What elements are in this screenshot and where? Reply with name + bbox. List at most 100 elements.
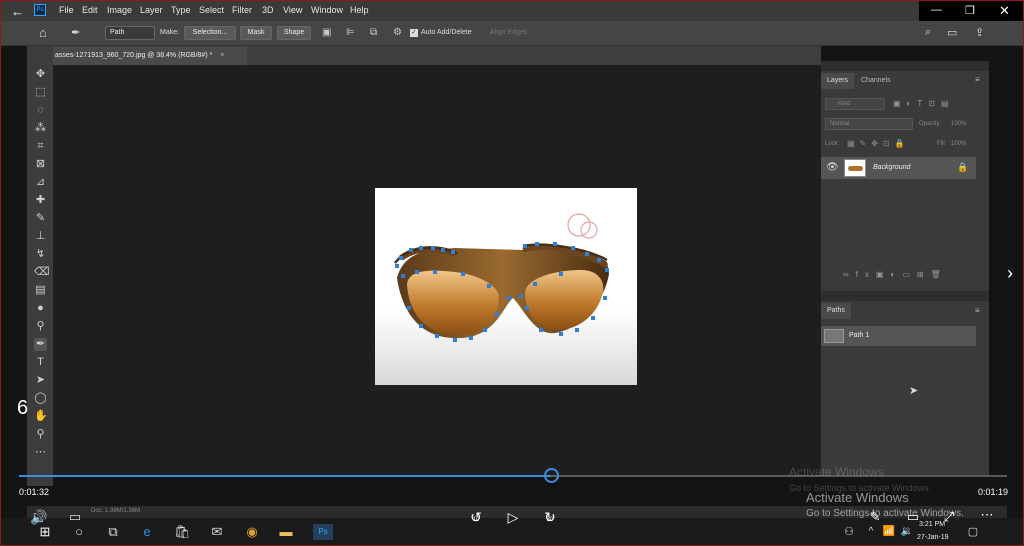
- minimize-icon[interactable]: —: [931, 4, 942, 16]
- shape-button[interactable]: Shape: [277, 26, 311, 40]
- mail-icon[interactable]: ✉: [209, 524, 225, 540]
- healing-brush-icon[interactable]: ✚: [34, 194, 47, 207]
- tray-volume-icon[interactable]: 🔉: [899, 524, 915, 540]
- side-number: 6: [17, 397, 29, 419]
- visibility-eye-icon[interactable]: 👁: [826, 162, 839, 173]
- history-brush-icon[interactable]: ↯: [34, 248, 47, 261]
- selection-button[interactable]: Selection...: [184, 26, 236, 40]
- menu-select[interactable]: Select: [199, 5, 224, 15]
- document-image[interactable]: [375, 188, 637, 385]
- fill-label: Fill:: [937, 141, 947, 147]
- paths-panel-header: [821, 291, 989, 301]
- stamp-tool-icon[interactable]: ⊥: [34, 230, 47, 243]
- menu-layer[interactable]: Layer: [140, 5, 163, 15]
- notifications-icon[interactable]: ▢: [965, 524, 981, 540]
- menu-filter[interactable]: Filter: [232, 5, 252, 15]
- layer-filter-kind[interactable]: Kind: [825, 98, 885, 110]
- pen-tool-icon[interactable]: ✒: [71, 26, 80, 39]
- menu-3d[interactable]: 3D: [262, 5, 274, 15]
- watermark-title: Activate Windows: [806, 490, 909, 505]
- store-icon[interactable]: 🛍: [174, 524, 191, 540]
- tab-paths[interactable]: Paths: [821, 303, 851, 319]
- paths-menu-icon[interactable]: ≡: [975, 306, 980, 315]
- photoshop-taskbar-icon[interactable]: Ps: [313, 524, 333, 540]
- clock-time[interactable]: 3:21 PM: [919, 521, 945, 528]
- wifi-icon[interactable]: 📶: [881, 524, 897, 540]
- crop-tool-icon[interactable]: ⌗: [34, 140, 47, 153]
- marquee-tool-icon[interactable]: ⬚: [34, 86, 47, 99]
- eyedropper-icon[interactable]: ⊿: [34, 176, 47, 189]
- blend-mode-select[interactable]: Normal: [825, 118, 913, 130]
- menu-edit[interactable]: Edit: [82, 5, 98, 15]
- windows-start-icon[interactable]: ⊞: [37, 524, 53, 540]
- tray-chevron-icon[interactable]: ^: [863, 524, 879, 540]
- task-view-icon[interactable]: ⧉: [105, 524, 121, 540]
- tab-channels[interactable]: Channels: [855, 73, 897, 89]
- chrome-icon[interactable]: ◉: [244, 524, 260, 540]
- close-icon[interactable]: ✕: [999, 3, 1010, 19]
- layer-actions-icons[interactable]: ∞fx▣◐▭⊞🗑: [843, 270, 948, 279]
- frame-tool-icon[interactable]: ⊠: [34, 158, 47, 171]
- menu-image[interactable]: Image: [107, 5, 132, 15]
- menu-window[interactable]: Window: [311, 5, 343, 15]
- mask-button[interactable]: Mask: [240, 26, 272, 40]
- path-selection-icon[interactable]: ➤: [34, 374, 47, 387]
- more-options-icon[interactable]: ⋯: [979, 507, 995, 523]
- menu-file[interactable]: File: [59, 5, 74, 15]
- auto-add-delete-checkbox[interactable]: ✓: [410, 29, 418, 37]
- lasso-tool-icon[interactable]: ◌: [34, 104, 47, 117]
- opacity-value[interactable]: 100%: [951, 121, 966, 127]
- zoom-tool-icon[interactable]: ⚲: [34, 428, 47, 441]
- workspace-icon[interactable]: ▭: [947, 26, 957, 39]
- move-tool-icon[interactable]: ✥: [34, 68, 47, 81]
- menu-help[interactable]: Help: [350, 5, 369, 15]
- subtitles-icon[interactable]: ▭: [67, 509, 83, 525]
- restore-icon[interactable]: ❐: [965, 4, 975, 17]
- path-arrangement-icon[interactable]: ⧉: [370, 27, 377, 38]
- path-operations-icon[interactable]: ▣: [322, 27, 331, 38]
- mode-select[interactable]: Path: [105, 26, 155, 40]
- fill-value[interactable]: 100%: [951, 141, 966, 147]
- path-alignment-icon[interactable]: ⊫: [346, 27, 355, 38]
- pen-tool-active-icon[interactable]: ✒: [34, 338, 47, 351]
- filter-icons[interactable]: ▣◐T⊡▤: [893, 99, 955, 108]
- panel-menu-icon[interactable]: ≡: [975, 75, 980, 84]
- cortana-icon[interactable]: ○: [71, 524, 87, 540]
- blur-tool-icon[interactable]: ●: [34, 302, 47, 315]
- layer-row-background[interactable]: 👁 Background 🔒: [821, 157, 976, 179]
- tab-close-icon[interactable]: ×: [220, 52, 224, 59]
- magic-wand-icon[interactable]: ⁂: [34, 122, 47, 135]
- forward-seconds: 30: [546, 517, 554, 523]
- dodge-tool-icon[interactable]: ⚲: [34, 320, 47, 333]
- ellipse-tool-icon[interactable]: ◯: [34, 392, 47, 405]
- settings-gear-icon[interactable]: ⚙: [393, 27, 402, 38]
- back-arrow-icon[interactable]: ←: [11, 4, 24, 19]
- more-tools-icon[interactable]: ⋯: [34, 446, 47, 459]
- menu-view[interactable]: View: [283, 5, 302, 15]
- file-explorer-icon[interactable]: ▬: [278, 524, 294, 540]
- play-icon[interactable]: ▷: [505, 509, 521, 526]
- tab-layers[interactable]: Layers: [821, 73, 855, 89]
- document-tab[interactable]: asses-1271913_960_720.jpg @ 38.4% (RGB/8…: [51, 47, 247, 65]
- mouse-cursor-icon: ➤: [909, 385, 919, 397]
- clock-date[interactable]: 27-Jan-19: [917, 534, 949, 541]
- search-icon[interactable]: ⌕: [925, 26, 931, 39]
- layer-lock-icon: 🔒: [957, 162, 969, 172]
- people-icon[interactable]: ⚇: [841, 524, 857, 540]
- share-icon[interactable]: ⇪: [975, 26, 984, 39]
- home-icon[interactable]: ⌂: [39, 25, 47, 40]
- hand-tool-icon[interactable]: ✋: [34, 410, 48, 423]
- brush-tool-icon[interactable]: ✎: [34, 212, 47, 225]
- progress-thumb[interactable]: [544, 468, 559, 483]
- type-tool-icon[interactable]: T: [34, 356, 47, 369]
- lock-label: Lock:: [825, 141, 840, 147]
- eraser-tool-icon[interactable]: ⌫: [34, 266, 50, 279]
- pen-draw-icon[interactable]: ✎: [867, 509, 883, 525]
- edge-icon[interactable]: e: [139, 524, 155, 540]
- menu-type[interactable]: Type: [171, 5, 191, 15]
- path-row[interactable]: Path 1: [821, 326, 976, 346]
- next-chevron-icon[interactable]: ›: [1007, 263, 1013, 284]
- gradient-tool-icon[interactable]: ▤: [34, 284, 47, 297]
- volume-icon[interactable]: 🔊: [30, 509, 47, 525]
- lock-icons[interactable]: ▦✎✥⊡🔒: [847, 139, 910, 148]
